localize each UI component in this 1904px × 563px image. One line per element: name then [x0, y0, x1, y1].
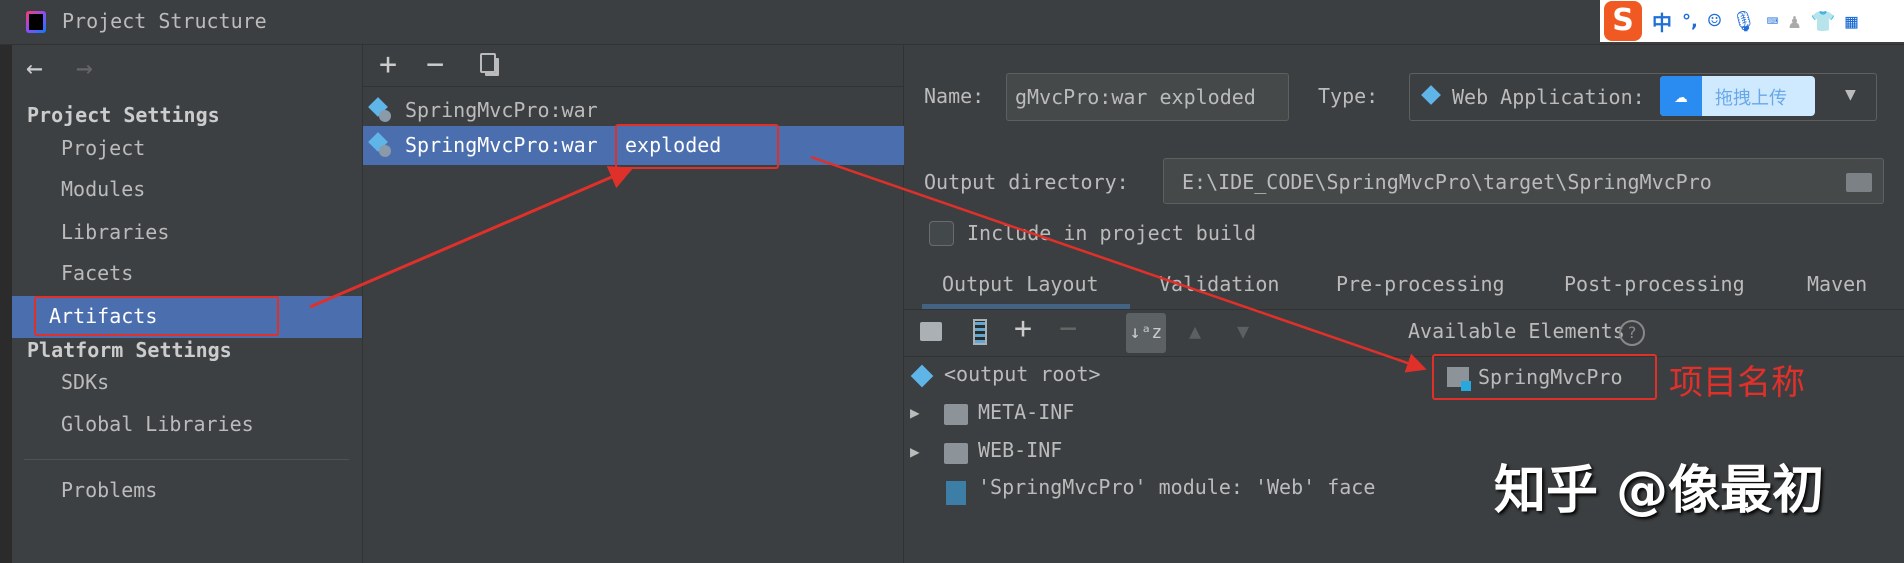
- arrow-artifacts-to-exploded: [309, 166, 634, 309]
- annotation-arrows: [309, 155, 1427, 373]
- arrow-exploded-to-module: [810, 155, 1427, 373]
